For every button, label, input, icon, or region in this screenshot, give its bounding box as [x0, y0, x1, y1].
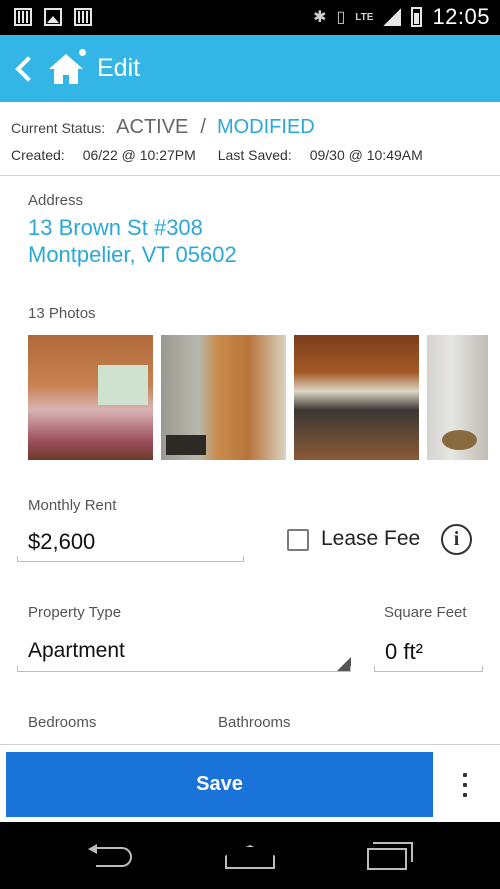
bluetooth-icon: ✱: [313, 9, 327, 26]
property-type-underline: [17, 666, 351, 672]
page-title: Edit: [97, 54, 141, 82]
action-bar: Save: [0, 744, 500, 822]
nav-home-icon[interactable]: [225, 845, 275, 869]
address-line1: 13 Brown St #308: [28, 215, 203, 240]
status-separator: /: [200, 116, 206, 138]
app-bar: Edit: [0, 35, 500, 102]
back-arrow-icon[interactable]: [15, 55, 41, 82]
photo-thumbnail[interactable]: [161, 335, 286, 460]
bathrooms-label: Bathrooms: [218, 714, 291, 731]
lease-fee-label[interactable]: Lease Fee: [321, 527, 420, 551]
square-feet-label: Square Feet: [384, 604, 467, 621]
photo-thumbnail[interactable]: [427, 335, 488, 460]
battery-icon: [411, 7, 423, 27]
dropdown-triangle-icon[interactable]: [336, 657, 351, 672]
address-line2: Montpelier, VT 05602: [28, 242, 237, 267]
last-saved-value: 09/30 @ 10:49AM: [309, 147, 423, 163]
address-link[interactable]: 13 Brown St #308 Montpelier, VT 05602: [28, 214, 237, 268]
navigation-bar: [0, 822, 500, 889]
home-icon[interactable]: [49, 48, 86, 86]
network-type: LTE: [355, 11, 374, 23]
current-status-label: Current Status:: [11, 120, 106, 136]
vibrate-icon: ▯: [336, 9, 346, 26]
property-type-label: Property Type: [28, 604, 122, 621]
square-feet-underline: [374, 666, 483, 672]
notification-icons: [14, 8, 92, 26]
square-feet-input[interactable]: 0 ft²: [385, 639, 423, 665]
notification-bars-icon: [14, 8, 32, 26]
status-active: ACTIVE: [116, 116, 189, 138]
nav-back-icon[interactable]: [88, 844, 134, 868]
rent-underline: [17, 556, 244, 562]
overflow-menu-icon[interactable]: [460, 773, 470, 797]
created-value: 06/22 @ 10:27PM: [82, 147, 196, 163]
photo-thumbnail[interactable]: [28, 335, 153, 460]
photo-thumbnail[interactable]: [294, 335, 419, 460]
lease-fee-checkbox[interactable]: [287, 529, 309, 551]
last-saved-label: Last Saved:: [217, 147, 292, 163]
nav-recent-apps-icon[interactable]: [367, 842, 413, 870]
image-icon: [44, 8, 62, 26]
status-modified: MODIFIED: [216, 116, 315, 138]
signal-icon: [383, 8, 402, 26]
monthly-rent-input[interactable]: $2,600: [28, 529, 95, 555]
created-label: Created:: [11, 147, 65, 163]
clock: 12:05: [432, 4, 490, 29]
photo-strip[interactable]: [28, 335, 488, 460]
photos-label: 13 Photos: [28, 305, 96, 322]
monthly-rent-label: Monthly Rent: [28, 497, 117, 514]
system-icons: ✱ ▯ LTE 12:05: [313, 4, 490, 30]
notification-bars-icon: [74, 8, 92, 26]
status-bar: ✱ ▯ LTE 12:05: [0, 0, 500, 35]
save-button[interactable]: Save: [6, 752, 433, 817]
listing-status: Current Status: ACTIVE / MODIFIED Create…: [0, 102, 500, 176]
bedrooms-label: Bedrooms: [28, 714, 97, 731]
property-type-select[interactable]: Apartment: [28, 639, 125, 663]
address-label: Address: [28, 192, 84, 209]
info-icon[interactable]: i: [441, 524, 472, 555]
edit-form[interactable]: Current Status: ACTIVE / MODIFIED Create…: [0, 102, 500, 744]
